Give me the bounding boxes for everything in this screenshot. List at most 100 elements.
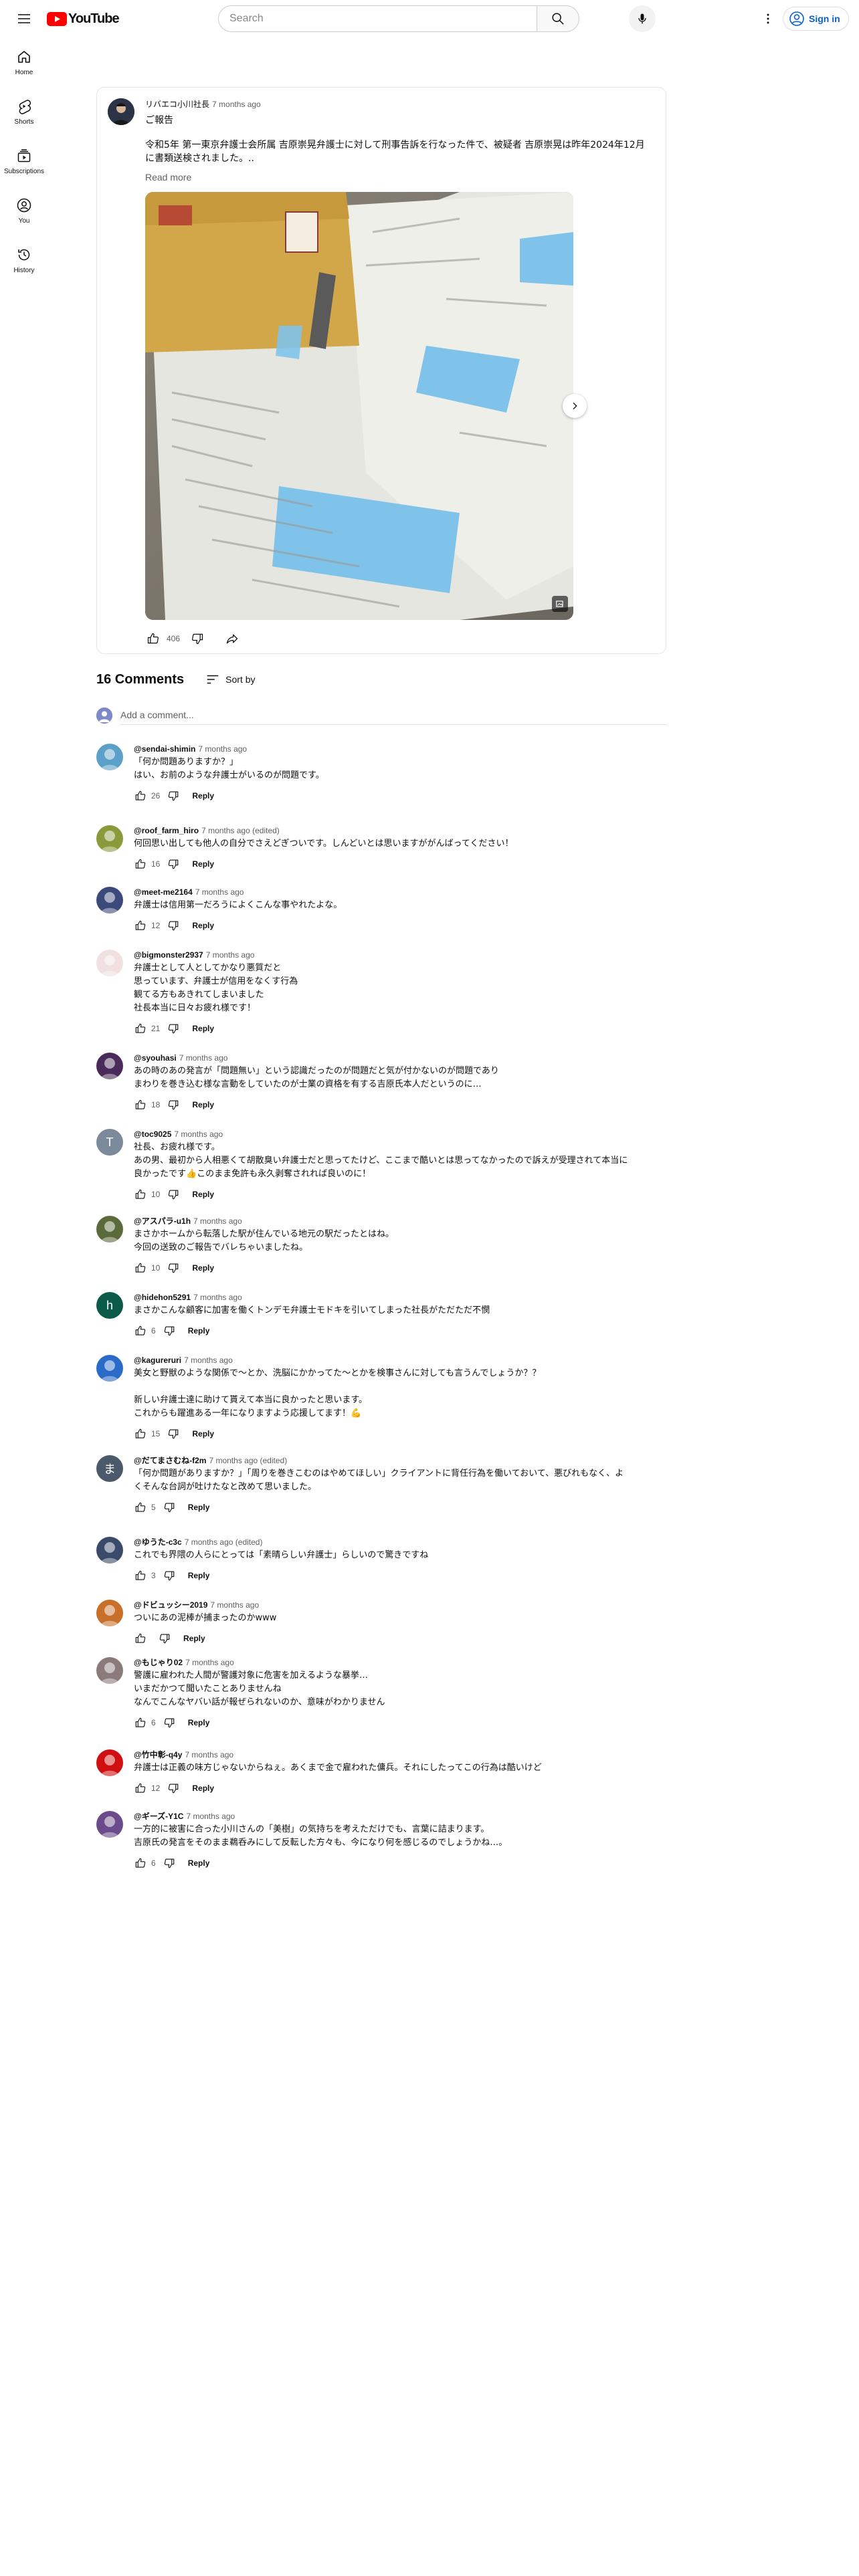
comment-reply-button[interactable]: Reply: [184, 1425, 222, 1442]
commenter-avatar[interactable]: [96, 1216, 123, 1243]
comment-timestamp[interactable]: 7 months ago: [193, 1216, 242, 1226]
comment-like-button[interactable]: [131, 1713, 150, 1732]
comment-author[interactable]: @ドビュッシー2019: [134, 1600, 207, 1610]
comment-like-button[interactable]: [131, 1779, 150, 1798]
commenter-avatar[interactable]: [96, 1355, 123, 1382]
comment-author[interactable]: @kagureruri: [134, 1356, 181, 1365]
comment-author[interactable]: @sendai-shimin: [134, 744, 195, 754]
sort-by-button[interactable]: Sort by: [205, 672, 256, 687]
comment-like-button[interactable]: [131, 1854, 150, 1872]
comment-dislike-button[interactable]: [164, 1095, 183, 1114]
comment-timestamp[interactable]: 7 months ago: [210, 1600, 259, 1610]
comment-reply-button[interactable]: Reply: [180, 1854, 218, 1872]
comment-reply-button[interactable]: Reply: [180, 1714, 218, 1731]
comment-author[interactable]: @bigmonster2937: [134, 950, 203, 960]
comment-like-button[interactable]: [131, 916, 150, 935]
comment-timestamp[interactable]: 7 months ago: [195, 887, 244, 897]
comment-reply-button[interactable]: Reply: [180, 1567, 218, 1584]
comment-dislike-button[interactable]: [160, 1854, 179, 1872]
comment-like-button[interactable]: [131, 1095, 150, 1114]
sign-in-button[interactable]: Sign in: [783, 7, 849, 31]
comment-timestamp[interactable]: 7 months ago: [186, 1812, 235, 1821]
comment-reply-button[interactable]: Reply: [184, 917, 222, 934]
comment-author[interactable]: @だてまさむね-f2m: [134, 1456, 206, 1465]
search-input[interactable]: [218, 5, 537, 32]
comment-like-button[interactable]: [131, 1629, 150, 1648]
post-author-avatar[interactable]: [108, 98, 134, 125]
post-image[interactable]: [145, 192, 573, 620]
comment-reply-button[interactable]: Reply: [175, 1630, 213, 1647]
read-more-link[interactable]: Read more: [145, 172, 191, 183]
youtube-logo[interactable]: YouTube: [47, 11, 120, 27]
comment-dislike-button[interactable]: [164, 1019, 183, 1038]
comment-reply-button[interactable]: Reply: [184, 1186, 222, 1203]
commenter-avatar[interactable]: [96, 825, 123, 852]
comment-timestamp[interactable]: 7 months ago: [185, 1750, 233, 1759]
comment-reply-button[interactable]: Reply: [184, 787, 222, 804]
comment-dislike-button[interactable]: [160, 1566, 179, 1585]
post-share-button[interactable]: [221, 628, 243, 649]
comment-timestamp[interactable]: 7 months ago: [193, 1293, 242, 1302]
comment-reply-button[interactable]: Reply: [184, 855, 222, 873]
comment-dislike-button[interactable]: [160, 1321, 179, 1340]
post-like-button[interactable]: [142, 628, 164, 649]
search-button[interactable]: [537, 5, 579, 32]
commenter-avatar[interactable]: [96, 1749, 123, 1776]
post-timestamp[interactable]: 7 months ago: [212, 100, 261, 109]
commenter-avatar[interactable]: h: [96, 1292, 123, 1319]
comment-dislike-button[interactable]: [164, 1259, 183, 1277]
add-comment-input[interactable]: [120, 708, 666, 725]
comment-dislike-button[interactable]: [160, 1713, 179, 1732]
comment-timestamp[interactable]: 7 months ago: [206, 950, 255, 960]
commenter-avatar[interactable]: [96, 1537, 123, 1564]
comment-reply-button[interactable]: Reply: [184, 1259, 222, 1277]
comment-author[interactable]: @syouhasi: [134, 1053, 177, 1063]
comment-author[interactable]: @ゆうた-c3c: [134, 1537, 182, 1547]
comment-dislike-button[interactable]: [164, 1185, 183, 1204]
comment-reply-button[interactable]: Reply: [184, 1096, 222, 1113]
commenter-avatar[interactable]: [96, 744, 123, 770]
comment-like-button[interactable]: [131, 1019, 150, 1038]
comment-dislike-button[interactable]: [164, 916, 183, 935]
guide-item-home[interactable]: Home: [0, 37, 48, 87]
commenter-avatar[interactable]: [96, 1657, 123, 1684]
guide-item-history[interactable]: History: [0, 235, 48, 285]
post-dislike-button[interactable]: [187, 628, 208, 649]
comment-reply-button[interactable]: Reply: [180, 1322, 218, 1339]
commenter-avatar[interactable]: [96, 1600, 123, 1626]
commenter-avatar[interactable]: ま: [96, 1455, 123, 1482]
comment-dislike-button[interactable]: [164, 786, 183, 805]
comment-author[interactable]: @アスパラ-u1h: [134, 1216, 191, 1226]
comment-like-button[interactable]: [131, 1321, 150, 1340]
comment-like-button[interactable]: [131, 1185, 150, 1204]
comment-like-button[interactable]: [131, 1424, 150, 1443]
comment-dislike-button[interactable]: [155, 1629, 174, 1648]
comment-timestamp[interactable]: 7 months ago: [179, 1053, 228, 1063]
comment-like-button[interactable]: [131, 1566, 150, 1585]
comment-timestamp[interactable]: 7 months ago: [174, 1130, 223, 1139]
comment-timestamp[interactable]: 7 months ago: [185, 1658, 234, 1667]
commenter-avatar[interactable]: [96, 950, 123, 976]
comment-reply-button[interactable]: Reply: [184, 1780, 222, 1797]
comment-author[interactable]: @竹中彰-q4y: [134, 1750, 182, 1759]
next-image-button[interactable]: [563, 394, 587, 418]
comment-author[interactable]: @もじゃり02: [134, 1658, 183, 1667]
comment-dislike-button[interactable]: [164, 855, 183, 873]
comment-dislike-button[interactable]: [160, 1498, 179, 1517]
comment-timestamp[interactable]: 7 months ago: [184, 1356, 233, 1365]
comment-timestamp[interactable]: 7 months ago (edited): [201, 826, 280, 835]
guide-item-subscriptions[interactable]: Subscriptions: [0, 136, 48, 186]
comment-like-button[interactable]: [131, 1259, 150, 1277]
comment-like-button[interactable]: [131, 1498, 150, 1517]
guide-item-you[interactable]: You: [0, 186, 48, 235]
guide-item-shorts[interactable]: Shorts: [0, 87, 48, 136]
comment-timestamp[interactable]: 7 months ago (edited): [185, 1537, 263, 1547]
comment-author[interactable]: @toc9025: [134, 1130, 171, 1139]
guide-menu-button[interactable]: [11, 5, 37, 32]
comment-timestamp[interactable]: 7 months ago: [198, 744, 247, 754]
comment-like-button[interactable]: [131, 786, 150, 805]
comment-dislike-button[interactable]: [164, 1779, 183, 1798]
commenter-avatar[interactable]: [96, 887, 123, 914]
comment-reply-button[interactable]: Reply: [184, 1020, 222, 1037]
comment-reply-button[interactable]: Reply: [180, 1499, 218, 1516]
